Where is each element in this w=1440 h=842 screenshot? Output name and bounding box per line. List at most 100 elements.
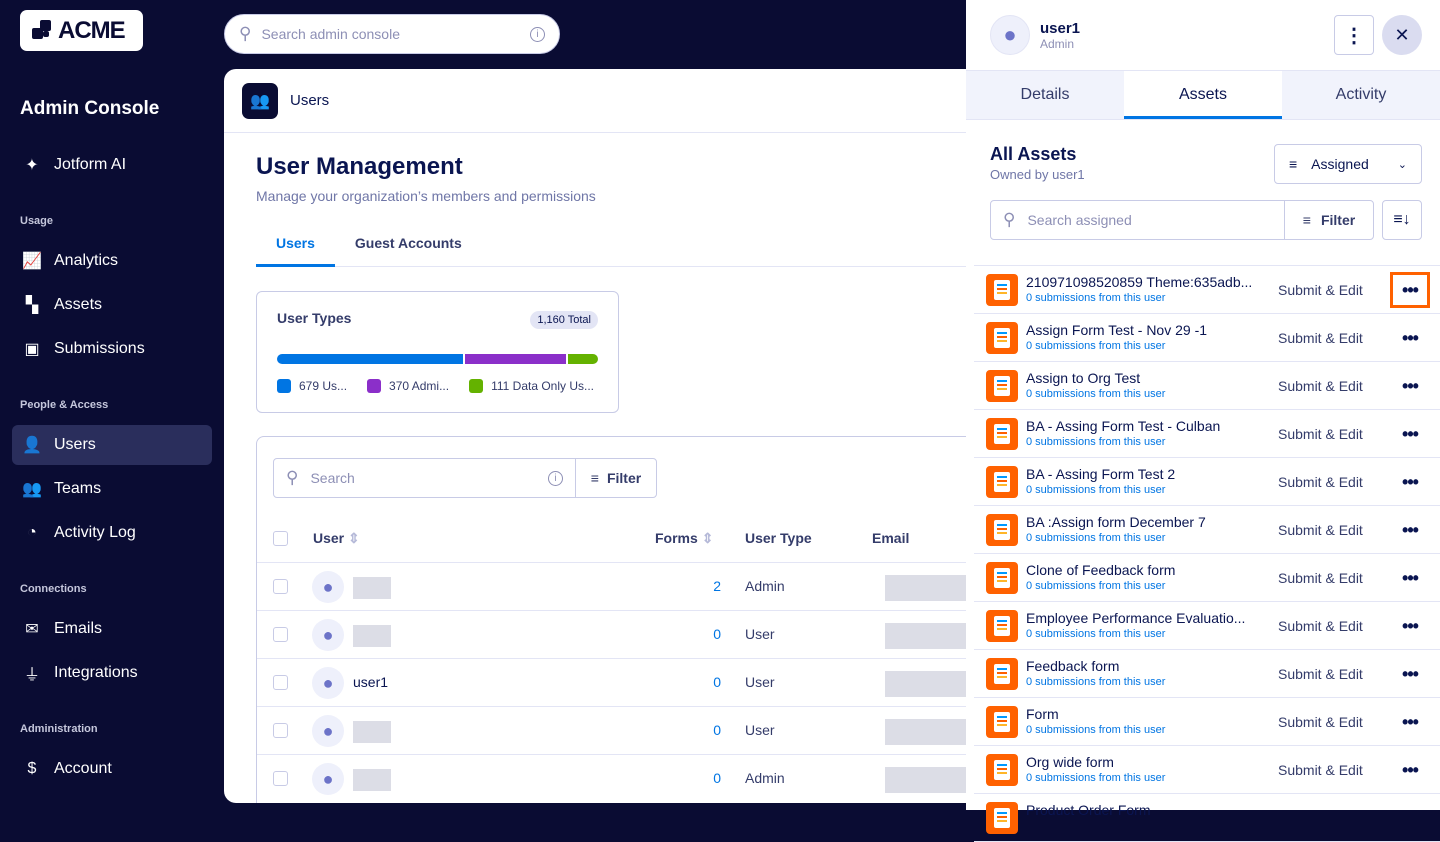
asset-row[interactable]: Form 0 submissions from this user Submit &…	[974, 698, 1440, 746]
asset-row[interactable]: Feedback form 0 submissions from this use…	[974, 650, 1440, 698]
table-row[interactable]: ● 0 Admin	[257, 754, 984, 802]
select-all-checkbox[interactable]	[273, 531, 288, 546]
row-checkbox[interactable]	[273, 675, 288, 690]
asset-row[interactable]: Clone of Feedback form 0 submissions from…	[974, 554, 1440, 602]
asset-name[interactable]: BA :Assign form December 7	[1026, 514, 1254, 530]
assets-search[interactable]: ⚲ Search assigned ≡ Filter	[990, 200, 1374, 240]
table-search[interactable]: ⚲ Search i ≡ Filter	[273, 458, 657, 498]
asset-more-button[interactable]: •••	[1390, 512, 1430, 548]
asset-name[interactable]: Org wide form	[1026, 754, 1254, 770]
asset-permission[interactable]: Submit & Edit	[1278, 330, 1363, 346]
sidebar-item-emails[interactable]: ✉ Emails	[12, 609, 212, 649]
forms-count[interactable]: 2	[657, 578, 721, 594]
forms-count[interactable]: 0	[657, 770, 721, 786]
asset-more-button[interactable]: •••	[1390, 272, 1430, 308]
sidebar-item-submissions[interactable]: ▣ Submissions	[12, 329, 212, 369]
assets-search-input[interactable]: Search assigned	[1027, 212, 1131, 228]
forms-count[interactable]: 0	[657, 722, 721, 738]
asset-submissions[interactable]: 0 submissions from this user	[1026, 484, 1165, 496]
tab-users[interactable]: Users	[256, 229, 335, 267]
asset-name[interactable]: Product Order Form	[1026, 802, 1254, 818]
asset-row[interactable]: BA :Assign form December 7 0 submissions …	[974, 506, 1440, 554]
row-checkbox[interactable]	[273, 723, 288, 738]
asset-name[interactable]: Assign Form Test - Nov 29 -1	[1026, 322, 1254, 338]
table-row[interactable]: ● 0 User	[257, 706, 984, 754]
asset-submissions[interactable]: 0 submissions from this user	[1026, 388, 1165, 400]
table-row[interactable]: ● user1 0 User	[257, 658, 984, 706]
asset-more-button[interactable]: •••	[1390, 368, 1430, 404]
assigned-select[interactable]: ≡ Assigned ⌄	[1274, 144, 1422, 184]
asset-permission[interactable]: Submit & Edit	[1278, 282, 1363, 298]
asset-more-button[interactable]: •••	[1390, 320, 1430, 356]
tab-guest-accounts[interactable]: Guest Accounts	[335, 229, 482, 267]
asset-submissions[interactable]: 0 submissions from this user	[1026, 628, 1165, 640]
asset-more-button[interactable]: •••	[1390, 608, 1430, 644]
asset-name[interactable]: Form	[1026, 706, 1254, 722]
assets-filter-button[interactable]: ≡ Filter	[1285, 201, 1373, 239]
row-checkbox[interactable]	[273, 579, 288, 594]
sidebar-item-account[interactable]: $ Account	[12, 749, 212, 789]
sidebar-item-integrations[interactable]: ⏚ Integrations	[12, 653, 212, 693]
table-search-input[interactable]: Search	[310, 470, 536, 486]
asset-submissions[interactable]: 0 submissions from this user	[1026, 580, 1165, 592]
asset-name[interactable]: Assign to Org Test	[1026, 370, 1254, 386]
asset-name[interactable]: BA - Assing Form Test - Culban	[1026, 418, 1254, 434]
table-row[interactable]: ● 2 Admin	[257, 562, 984, 610]
sidebar-item-teams[interactable]: 👥 Teams	[12, 469, 212, 509]
sort-icon[interactable]: ⇕	[702, 530, 714, 546]
row-checkbox[interactable]	[273, 627, 288, 642]
sidebar-item-users[interactable]: 👤 Users	[12, 425, 212, 465]
admin-search[interactable]: ⚲ Search admin console i	[224, 14, 560, 54]
asset-permission[interactable]: Submit & Edit	[1278, 762, 1363, 778]
forms-count[interactable]: 0	[657, 674, 721, 690]
asset-name[interactable]: BA - Assing Form Test 2	[1026, 466, 1254, 482]
asset-submissions[interactable]: 0 submissions from this user	[1026, 676, 1165, 688]
asset-row[interactable]: BA - Assing Form Test - Culban 0 submissi…	[974, 410, 1440, 458]
asset-submissions[interactable]: 0 submissions from this user	[1026, 292, 1165, 304]
col-forms[interactable]: Forms ⇕	[655, 530, 713, 547]
sort-button[interactable]: ≡↓	[1382, 200, 1422, 240]
asset-row[interactable]: Org wide form 0 submissions from this use…	[974, 746, 1440, 794]
sort-icon[interactable]: ⇕	[348, 530, 360, 546]
asset-row[interactable]: 210971098520859 Theme:635adb... 0 submiss…	[974, 266, 1440, 314]
asset-submissions[interactable]: 0 submissions from this user	[1026, 340, 1165, 352]
asset-more-button[interactable]: •••	[1390, 656, 1430, 692]
asset-more-button[interactable]: •••	[1390, 416, 1430, 452]
asset-permission[interactable]: Submit & Edit	[1278, 666, 1363, 682]
asset-permission[interactable]: Submit & Edit	[1278, 378, 1363, 394]
asset-row[interactable]: BA - Assing Form Test 2 0 submissions fro…	[974, 458, 1440, 506]
asset-permission[interactable]: Submit & Edit	[1278, 426, 1363, 442]
asset-row[interactable]: Employee Performance Evaluatio... 0 submi…	[974, 602, 1440, 650]
asset-submissions[interactable]: 0 submissions from this user	[1026, 724, 1165, 736]
asset-permission[interactable]: Submit & Edit	[1278, 522, 1363, 538]
more-options-button[interactable]: ⋮	[1334, 15, 1374, 55]
info-icon[interactable]: i	[548, 470, 563, 486]
admin-search-input[interactable]: Search admin console	[261, 26, 520, 42]
asset-submissions[interactable]: 0 submissions from this user	[1026, 436, 1165, 448]
asset-name[interactable]: Employee Performance Evaluatio...	[1026, 610, 1254, 626]
tab-assets[interactable]: Assets	[1124, 71, 1282, 119]
asset-submissions[interactable]: 0 submissions from this user	[1026, 532, 1165, 544]
acme-logo[interactable]: ACME	[20, 10, 143, 51]
table-row[interactable]: ● 0 User	[257, 610, 984, 658]
tab-details[interactable]: Details	[966, 71, 1124, 119]
asset-permission[interactable]: Submit & Edit	[1278, 618, 1363, 634]
asset-permission[interactable]: Submit & Edit	[1278, 474, 1363, 490]
col-user[interactable]: User ⇕	[313, 530, 360, 547]
row-checkbox[interactable]	[273, 771, 288, 786]
sidebar-item-assets[interactable]: ▚ Assets	[12, 285, 212, 325]
asset-submissions[interactable]: 0 submissions from this user	[1026, 772, 1165, 784]
asset-permission[interactable]: Submit & Edit	[1278, 714, 1363, 730]
asset-name[interactable]: 210971098520859 Theme:635adb...	[1026, 274, 1254, 290]
user-name[interactable]: user1	[353, 674, 388, 690]
asset-name[interactable]: Clone of Feedback form	[1026, 562, 1254, 578]
asset-row[interactable]: Product Order Form	[974, 794, 1440, 842]
sidebar-item-activity-log[interactable]: ◔ Activity Log	[12, 513, 212, 553]
asset-row[interactable]: Assign Form Test - Nov 29 -1 0 submission…	[974, 314, 1440, 362]
sidebar-item-jotform-ai[interactable]: ✦ Jotform AI	[12, 145, 212, 185]
close-button[interactable]: ✕	[1382, 15, 1422, 55]
asset-more-button[interactable]: •••	[1390, 464, 1430, 500]
tab-activity[interactable]: Activity	[1282, 71, 1440, 119]
filter-button[interactable]: ≡ Filter	[576, 470, 656, 486]
sidebar-item-analytics[interactable]: 📈 Analytics	[12, 241, 212, 281]
